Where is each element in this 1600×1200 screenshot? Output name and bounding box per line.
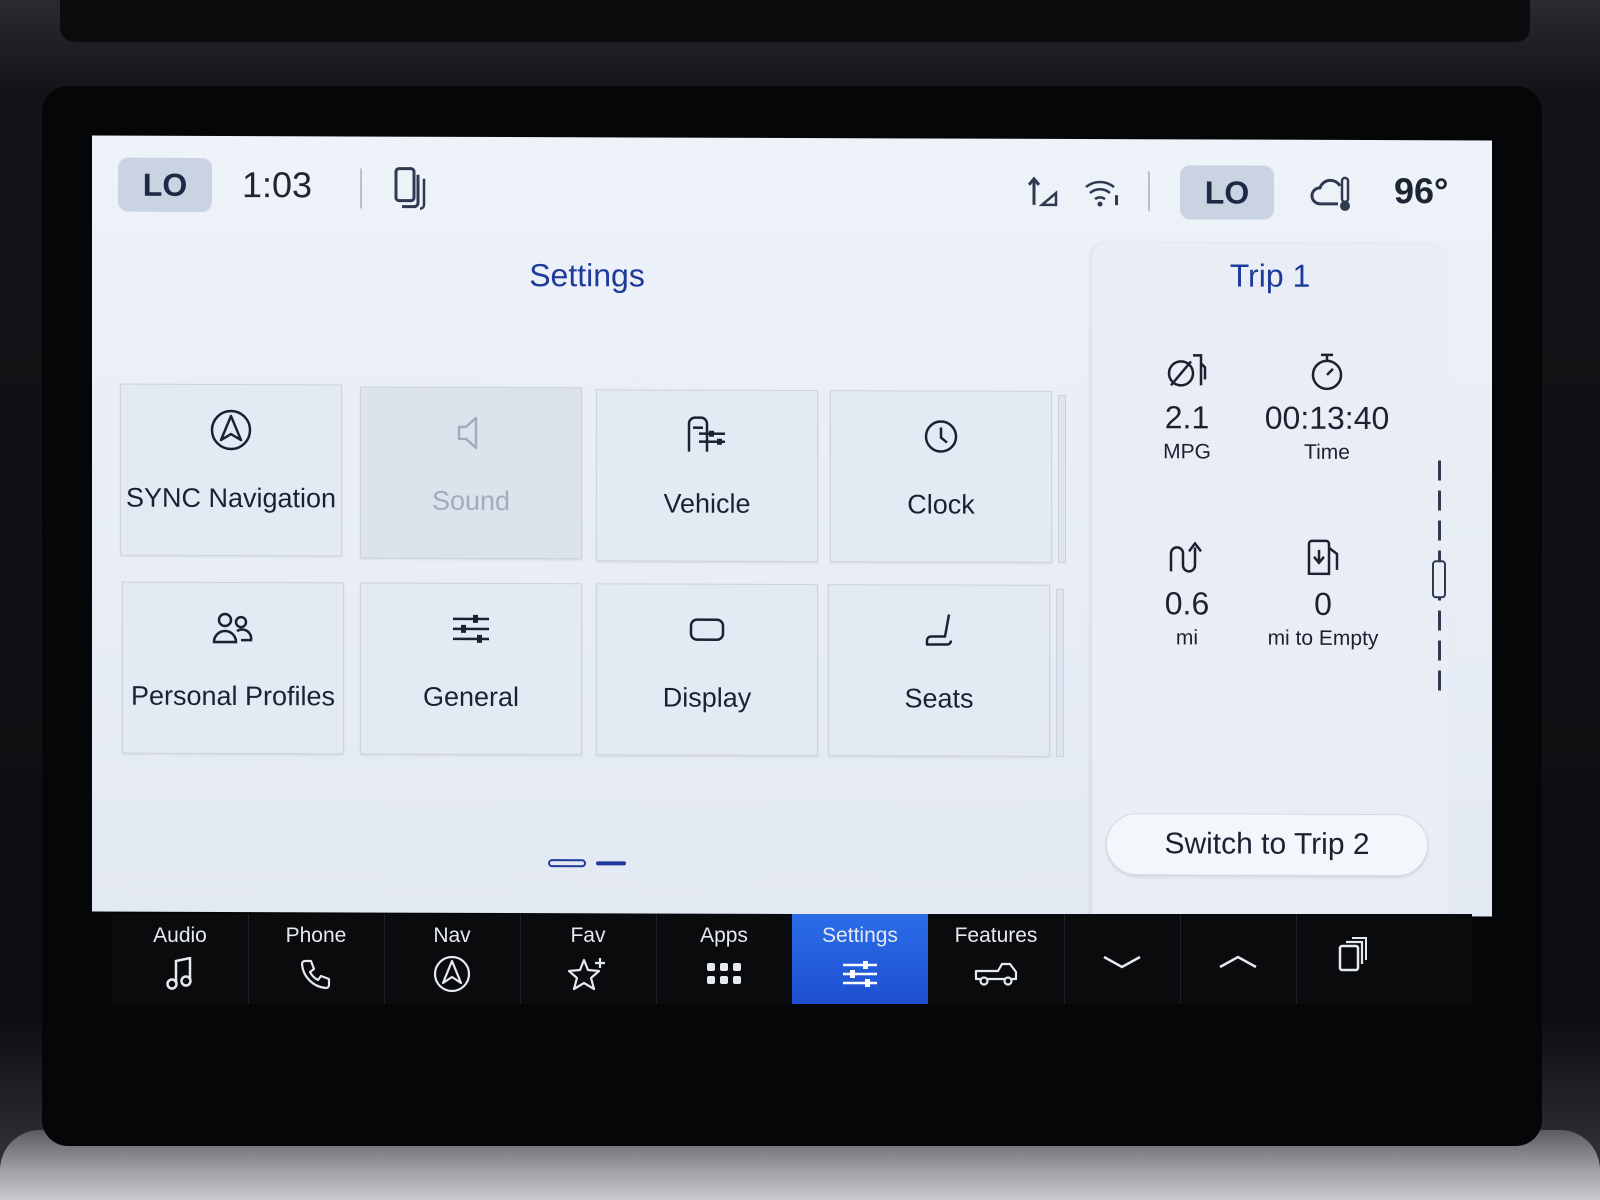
tile-label: Sound — [431, 485, 511, 517]
trip-value: 2.1 — [1164, 399, 1210, 436]
tile-label: SYNC Navigation — [125, 482, 337, 514]
dock-features[interactable]: Features — [928, 914, 1064, 1004]
dock-phone[interactable]: Phone — [248, 914, 384, 1004]
display-icon — [687, 607, 727, 653]
bezel-top-trim — [60, 0, 1530, 42]
apps-grid-icon — [706, 954, 742, 994]
tile-label: Clock — [907, 489, 975, 520]
trip-panel: Trip 1 2.1 MPG 00:13:40 Time 0.6 mi 0 mi… — [1092, 243, 1448, 917]
tile-next-page-peek — [1058, 394, 1066, 563]
phone-projection-icon[interactable] — [394, 167, 428, 216]
trip-unit: Time — [1304, 440, 1350, 464]
bottom-dock: Audio Phone Nav Fav Apps Settings Featur… — [112, 914, 1472, 1004]
panel-scroll-thumb[interactable] — [1432, 560, 1446, 599]
tile-seats[interactable]: Seats — [828, 584, 1050, 757]
tile-label: Personal Profiles — [130, 680, 336, 712]
speaker-icon — [453, 410, 489, 456]
vehicle-settings-icon — [685, 413, 729, 459]
dock-nav[interactable]: Nav — [384, 914, 520, 1004]
music-note-icon — [166, 954, 194, 994]
star-plus-icon — [568, 954, 608, 994]
trip-value: 0 — [1314, 585, 1332, 622]
recent-apps-button[interactable] — [1296, 914, 1412, 1004]
dock-fav[interactable]: Fav — [520, 914, 656, 1004]
expand-button[interactable] — [1180, 914, 1296, 1004]
tile-label: Display — [662, 682, 752, 713]
clock-time: 1:03 — [242, 164, 313, 206]
trip-metric-time: 00:13:40 Time — [1242, 350, 1412, 466]
chevron-up-icon — [1218, 942, 1258, 982]
tile-sound[interactable]: Sound — [360, 386, 582, 560]
dock-label: Phone — [285, 924, 347, 947]
wifi-info-icon — [1084, 175, 1120, 212]
profiles-icon — [211, 605, 255, 651]
fuel-pump-icon — [1303, 536, 1343, 580]
seat-icon — [919, 607, 959, 653]
page-title: Settings — [529, 257, 645, 294]
weather-cloud-thermometer-icon — [1310, 174, 1354, 219]
stacked-cards-icon — [1338, 934, 1370, 974]
data-signal-icon — [1026, 175, 1062, 216]
trip-value: 00:13:40 — [1264, 399, 1390, 437]
tile-sync-navigation[interactable]: SYNC Navigation — [120, 383, 342, 557]
dock-label: Settings — [822, 924, 898, 947]
trip-value: 0.6 — [1164, 585, 1210, 622]
outside-temperature: 96° — [1394, 170, 1449, 212]
tile-general[interactable]: General — [360, 582, 582, 756]
dock-label: Fav — [570, 924, 606, 947]
trip-metric-range: 0 mi to Empty — [1238, 536, 1408, 652]
phone-icon — [299, 954, 333, 994]
collapse-button[interactable] — [1064, 914, 1180, 1004]
distance-icon — [1167, 535, 1207, 579]
sliders-icon — [451, 606, 491, 652]
status-divider — [360, 168, 362, 209]
dock-label: Apps — [700, 924, 748, 947]
tile-label: Seats — [904, 683, 974, 714]
dock-label: Features — [954, 924, 1038, 947]
driver-temp-button[interactable]: LO — [118, 157, 212, 212]
switch-trip-button[interactable]: Switch to Trip 2 — [1106, 813, 1428, 877]
trip-unit: MPG — [1163, 440, 1211, 464]
fuel-economy-icon — [1165, 349, 1209, 393]
trip-unit: mi — [1175, 626, 1199, 650]
tile-vehicle[interactable]: Vehicle — [596, 389, 818, 563]
chevron-down-icon — [1102, 942, 1142, 982]
infotainment-display: LO 1:03 LO 96° Settings SYNC Navigation — [92, 135, 1492, 917]
passenger-temp-button[interactable]: LO — [1180, 165, 1274, 220]
navigation-icon — [209, 407, 253, 453]
dock-label: Nav — [433, 924, 471, 947]
dock-apps[interactable]: Apps — [656, 914, 792, 1004]
status-divider — [1148, 171, 1150, 212]
sliders-icon — [841, 954, 879, 994]
tile-next-page-peek — [1056, 588, 1064, 757]
dock-settings[interactable]: Settings — [792, 914, 928, 1004]
truck-icon — [974, 954, 1018, 994]
tile-label: General — [422, 681, 520, 713]
clock-icon — [921, 413, 961, 459]
pager-dot[interactable] — [596, 861, 626, 866]
trip-unit: mi to Empty — [1267, 626, 1379, 651]
navigation-icon — [432, 954, 472, 994]
dock-label: Audio — [153, 924, 207, 947]
tile-label: Vehicle — [663, 488, 751, 519]
stopwatch-icon — [1307, 350, 1347, 394]
vehicle-bezel: LO 1:03 LO 96° Settings SYNC Navigation — [0, 0, 1600, 1200]
trip-title: Trip 1 — [1229, 257, 1311, 294]
tile-clock[interactable]: Clock — [830, 390, 1052, 563]
dock-audio[interactable]: Audio — [112, 914, 248, 1004]
tile-display[interactable]: Display — [596, 583, 818, 757]
pager-dot-active[interactable] — [548, 859, 586, 868]
tile-personal-profiles[interactable]: Personal Profiles — [122, 581, 344, 755]
